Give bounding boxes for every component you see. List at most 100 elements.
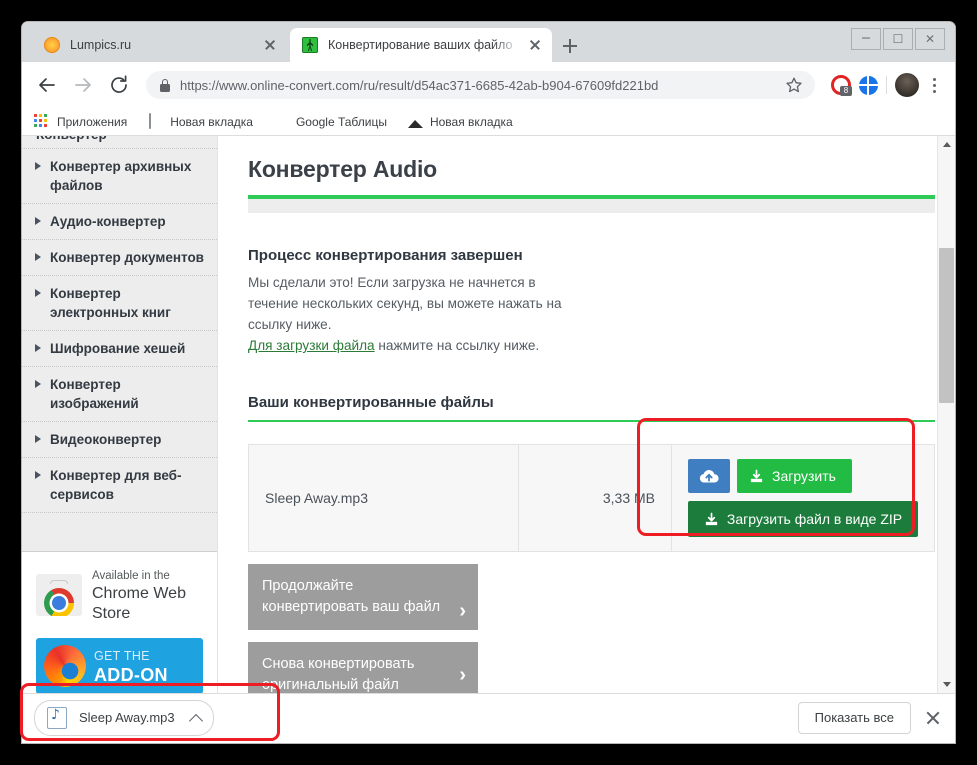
star-icon[interactable]	[785, 76, 803, 94]
download-file-name: Sleep Away.mp3	[79, 710, 175, 725]
chrome-menu-button[interactable]	[923, 73, 945, 97]
forward-button[interactable]	[68, 70, 98, 100]
continue-converting-button[interactable]: Продолжайте конвертировать ваш файл ›	[248, 564, 478, 630]
extension-icons: 8	[831, 75, 878, 96]
apps-grid-icon	[34, 113, 50, 130]
download-button-label: Загрузить	[772, 468, 836, 484]
scrollbar-thumb[interactable]	[939, 248, 954, 403]
reload-button[interactable]	[104, 70, 134, 100]
tab-title: Конвертирование ваших файло	[328, 38, 513, 52]
bookmark-apps[interactable]: Приложения	[34, 113, 128, 130]
page-scrollbar[interactable]	[937, 136, 955, 693]
site-sidebar: Конвертер Конвертер архивных файлов Ауди…	[22, 136, 218, 693]
download-zip-button[interactable]: Загрузить файл в виде ZIP	[688, 501, 918, 537]
status-text: Мы сделали это! Если загрузка не начнетс…	[248, 272, 578, 356]
progress-bar	[248, 195, 935, 213]
status-paragraph: Мы сделали это! Если загрузка не начнетс…	[248, 275, 562, 332]
converted-files-table: Sleep Away.mp3 3,33 MB Загрузить Загрузи…	[248, 444, 935, 552]
chrome-web-store-promo[interactable]: Available in the Chrome Web Store	[22, 566, 217, 624]
firefox-promo-line1: GET THE	[94, 648, 150, 663]
tab-title: Lumpics.ru	[70, 38, 132, 52]
bookmark-label: Новая вкладка	[429, 114, 513, 129]
bookmark-label: Google Таблицы	[295, 114, 387, 129]
sidebar-item-webservice-converter[interactable]: Конвертер для веб-сервисов	[22, 458, 217, 513]
caret-right-icon	[35, 380, 41, 388]
browser-toolbar: https://www.online-convert.com/ru/result…	[22, 62, 955, 108]
firefox-addon-promo[interactable]: GET THE ADD-ON	[36, 638, 203, 693]
sidebar-item-label: Шифрование хешей	[50, 341, 186, 356]
sidebar-item-ebook-converter[interactable]: Конвертер электронных книг	[22, 276, 217, 331]
new-tab-button[interactable]	[558, 34, 582, 58]
download-file-link[interactable]: Для загрузки файла	[248, 338, 375, 353]
sidebar-item-label: Конвертер	[36, 136, 107, 142]
sidebar-item-label: Конвертер электронных книг	[50, 286, 171, 320]
toolbar-divider	[886, 76, 887, 94]
sidebar-item-audio-converter[interactable]: Аудио-конвертер	[22, 204, 217, 240]
close-window-button[interactable]: ✕	[915, 28, 945, 50]
caret-right-icon	[35, 217, 41, 225]
bookmark-google-sheets[interactable]: Google Таблицы	[273, 114, 387, 130]
sidebar-item-label: Конвертер для веб-сервисов	[50, 468, 182, 502]
tab-lumpics[interactable]: Lumpics.ru	[32, 28, 287, 62]
chrome-promo-line2: Chrome Web Store	[92, 585, 186, 622]
tab-online-convert[interactable]: Конвертирование ваших файло	[290, 28, 552, 62]
file-actions-cell: Загрузить Загрузить файл в виде ZIP	[671, 444, 935, 552]
online-convert-icon	[302, 37, 318, 53]
chevron-up-icon[interactable]	[187, 709, 205, 728]
address-bar[interactable]: https://www.online-convert.com/ru/result…	[146, 71, 815, 99]
reconvert-original-button[interactable]: Снова конвертировать оригинальный файл ›	[248, 642, 478, 693]
page-icon	[147, 112, 163, 130]
download-item[interactable]: Sleep Away.mp3	[34, 699, 214, 736]
sidebar-item-hash-encryption[interactable]: Шифрование хешей	[22, 331, 217, 367]
download-button[interactable]: Загрузить	[737, 459, 852, 493]
minimize-button[interactable]: ─	[851, 28, 881, 50]
bookmark-new-tab-2[interactable]: Новая вкладка	[407, 114, 513, 130]
page-viewport: Конвертер Конвертер архивных файлов Ауди…	[22, 136, 955, 693]
scroll-up-arrow[interactable]	[938, 136, 955, 153]
sidebar-item-clipped[interactable]: Конвертер	[22, 136, 217, 149]
reload-icon	[111, 75, 127, 93]
cloud-upload-button[interactable]	[688, 459, 730, 493]
back-arrow-icon	[39, 78, 55, 92]
continue-converting-label: Продолжайте конвертировать ваш файл	[262, 578, 441, 615]
back-button[interactable]	[32, 70, 62, 100]
adblock-extension-icon[interactable]: 8	[831, 75, 852, 96]
avatar[interactable]	[895, 73, 919, 97]
sidebar-item-label: Аудио-конвертер	[50, 214, 166, 229]
files-section-title: Ваши конвертированные файлы	[248, 394, 935, 422]
close-icon[interactable]	[923, 708, 943, 728]
scroll-down-arrow[interactable]	[938, 676, 955, 693]
sidebar-item-label: Конвертер документов	[50, 250, 204, 265]
sidebar-item-video-converter[interactable]: Видеоконвертер	[22, 422, 217, 458]
download-zip-label: Загрузить файл в виде ZIP	[726, 511, 903, 527]
tab-strip: Lumpics.ru Конвертирование ваших файло ─…	[22, 22, 955, 62]
firefox-promo-line2: ADD-ON	[94, 664, 168, 685]
sidebar-item-archive-converter[interactable]: Конвертер архивных файлов	[22, 149, 217, 204]
bookmark-label: Новая вкладка	[170, 114, 253, 129]
bookmarks-bar: Приложения Новая вкладка Google Таблицы …	[22, 108, 955, 136]
google-sheets-icon	[273, 114, 289, 130]
caret-right-icon	[35, 344, 41, 352]
table-row: Sleep Away.mp3 3,33 MB Загрузить Загрузи…	[248, 444, 935, 552]
firefox-logo-icon	[44, 645, 86, 687]
bookmark-new-tab-1[interactable]: Новая вкладка	[147, 112, 253, 130]
main-content: Конвертер Audio Процесс конвертирования …	[218, 136, 955, 693]
globe-extension-icon[interactable]	[859, 75, 878, 95]
chrome-promo-line1: Available in the	[92, 570, 170, 582]
page-title: Конвертер Audio	[248, 156, 437, 182]
extension-badge-count: 8	[840, 86, 852, 96]
sidebar-item-label: Видеоконвертер	[50, 432, 162, 447]
bookmark-label: Приложения	[57, 114, 128, 129]
show-all-downloads-button[interactable]: Показать все	[797, 701, 911, 734]
close-icon[interactable]	[261, 36, 279, 54]
file-size-cell: 3,33 MB	[518, 444, 672, 552]
sidebar-item-document-converter[interactable]: Конвертер документов	[22, 240, 217, 276]
maximize-button[interactable]: ☐	[883, 28, 913, 50]
chrome-logo-icon	[36, 574, 82, 616]
sidebar-item-label: Конвертер изображений	[50, 377, 139, 411]
url-text: https://www.online-convert.com/ru/result…	[180, 77, 659, 93]
orange-circle-icon	[44, 37, 60, 53]
sidebar-item-image-converter[interactable]: Конвертер изображений	[22, 367, 217, 422]
close-icon[interactable]	[526, 36, 544, 54]
cloud-upload-icon	[699, 470, 719, 483]
